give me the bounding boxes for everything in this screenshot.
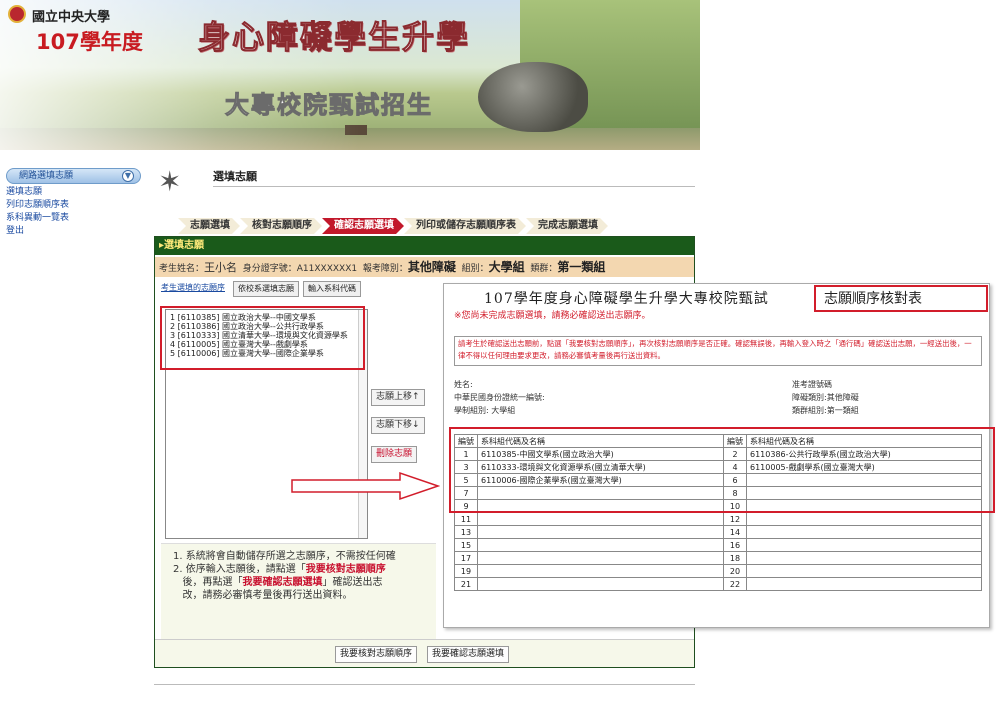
applicant-info: 考生姓名：王小名 身分證字號：A11XXXXXX1 報考障別：其他障礙 組別：大… xyxy=(155,257,694,277)
table-cell: 12 xyxy=(723,512,747,526)
progress-steps: 志願選填 核對志願順序 確認志願選填 列印或儲存志願順序表 完成志願選填 xyxy=(178,218,608,234)
sidebar-header[interactable]: 網路選填志願 ▼ xyxy=(6,168,141,184)
table-row: 13 14 xyxy=(454,525,982,539)
applicant-group: 大學組 xyxy=(488,260,525,274)
table-row: 21 22 xyxy=(454,577,982,591)
step-confirm: 確認志願選填 xyxy=(322,218,404,234)
sheet-applicant-info: 姓名: 中華民國身份證統一編號: 學制組別: 大學組 准考證號碼 障礙類別:其他… xyxy=(454,380,859,415)
tab-chosen-order[interactable]: 考生選填的志願序 xyxy=(157,281,229,297)
university-name: 國立中央大學 xyxy=(32,10,111,25)
table-cell xyxy=(746,538,982,552)
table-cell xyxy=(746,577,982,591)
applicant-name: 王小名 xyxy=(204,261,238,274)
table-cell: 20 xyxy=(723,564,747,578)
university-logo-icon xyxy=(8,5,26,23)
step-print: 列印或儲存志願順序表 xyxy=(404,218,526,234)
title-highlight-box xyxy=(814,285,988,312)
table-row: 17 18 xyxy=(454,551,982,565)
table-cell xyxy=(746,551,982,565)
table-cell: 18 xyxy=(723,551,747,565)
academic-year: 107學年度 xyxy=(36,30,143,54)
applicant-category: 其他障礙 xyxy=(407,260,456,274)
step-select: 志願選填 xyxy=(178,218,240,234)
move-down-button[interactable]: 志願下移↓ xyxy=(371,417,425,434)
tab-by-school[interactable]: 依校系選填志願 xyxy=(233,281,299,297)
step-finish: 完成志願選填 xyxy=(526,218,608,234)
sheet-title: 107學年度身心障礙學生升學大專校院甄試 xyxy=(484,291,769,307)
sidebar: 網路選填志願 ▼ 選填志願 列印志願順序表 系科異動一覽表 登出 xyxy=(6,168,141,236)
applicant-id: A11XXXXXX1 xyxy=(296,264,358,274)
pine-branch-icon: ✶ xyxy=(158,165,182,198)
delete-choice-button[interactable]: 刪除志願 xyxy=(371,446,418,463)
banner-sub-title: 大專校院甄試招生 xyxy=(225,91,433,120)
table-cell: 14 xyxy=(723,525,747,539)
table-cell xyxy=(477,551,724,565)
sidebar-item-changes[interactable]: 系科異動一覽表 xyxy=(6,213,141,223)
sidebar-item-select[interactable]: 選填志願 xyxy=(6,187,141,197)
table-cell: 11 xyxy=(454,512,478,526)
panel-header: ▸選填志願 xyxy=(155,237,694,255)
table-cell xyxy=(746,512,982,526)
table-cell: 16 xyxy=(723,538,747,552)
banner-main-title: 身心障礙學生升學 xyxy=(197,18,471,57)
divider xyxy=(154,684,695,685)
table-cell xyxy=(746,564,982,578)
divider xyxy=(213,186,695,187)
tab-enter-code[interactable]: 輸入系科代碼 xyxy=(303,281,361,297)
page-title: 選填志願 xyxy=(213,170,257,183)
confirm-selection-button[interactable]: 我要確認志願選填 xyxy=(427,646,510,663)
table-cell: 15 xyxy=(454,538,478,552)
move-up-button[interactable]: 志願上移↑ xyxy=(371,389,425,406)
arrow-right-icon xyxy=(291,471,440,501)
chevron-down-icon[interactable]: ▼ xyxy=(122,170,134,182)
table-cell: 17 xyxy=(454,551,478,565)
applicant-class: 第一類組 xyxy=(557,260,606,274)
table-row: 11 12 xyxy=(454,512,982,526)
table-cell xyxy=(477,564,724,578)
table-row: 19 20 xyxy=(454,564,982,578)
sidebar-header-label: 網路選填志願 xyxy=(19,171,74,181)
sidebar-item-print[interactable]: 列印志願順序表 xyxy=(6,200,141,210)
table-cell xyxy=(477,525,724,539)
table-cell: 21 xyxy=(454,577,478,591)
choices-highlight xyxy=(160,306,365,370)
table-cell: 22 xyxy=(723,577,747,591)
table-cell: 19 xyxy=(454,564,478,578)
instructions: 1. 系統將會自動儲存所選之志願序，不需按任何確 2. 依序輸入志願後，請點選「… xyxy=(161,543,436,641)
table-cell xyxy=(746,525,982,539)
sculpture-photo xyxy=(478,62,588,132)
table-cell xyxy=(477,538,724,552)
check-order-button[interactable]: 我要核對志願順序 xyxy=(335,646,418,663)
panel-footer: 我要核對志願順序 我要確認志願選填 xyxy=(155,639,694,667)
header-banner: 國立中央大學 107學年度 身心障礙學生升學 大專校院甄試招生 xyxy=(0,0,700,150)
sidebar-item-logout[interactable]: 登出 xyxy=(6,226,141,236)
table-cell: 13 xyxy=(454,525,478,539)
table-row: 15 16 xyxy=(454,538,982,552)
table-cell xyxy=(477,512,724,526)
step-check: 核對志願順序 xyxy=(240,218,322,234)
sheet-warning: ※您尚未完成志願選填，請務必確認送出志願序。 xyxy=(454,311,651,321)
table-highlight-box xyxy=(449,427,995,513)
sheet-note: 請考生於確認送出志願前，點選「我要核對志願順序」，再次核對志願順序是否正確。確認… xyxy=(454,336,982,366)
table-cell xyxy=(477,577,724,591)
